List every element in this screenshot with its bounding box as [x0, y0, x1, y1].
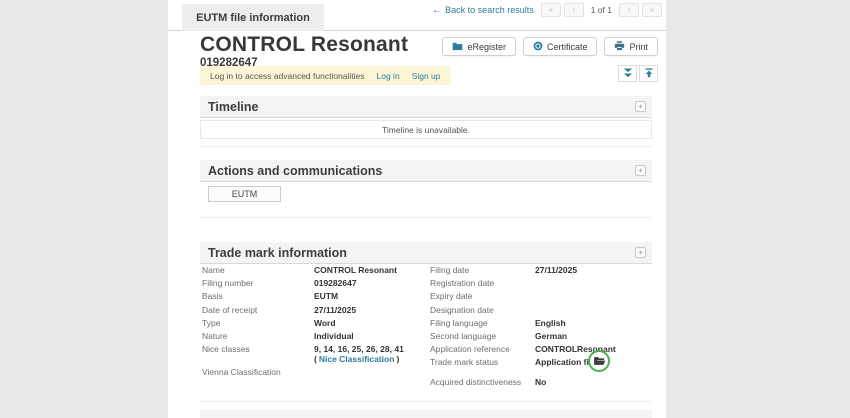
- field-label: Nature: [202, 332, 314, 342]
- field-value: EUTM: [314, 292, 338, 302]
- field-label: Second language: [430, 332, 535, 342]
- signup-link[interactable]: Sign up: [412, 71, 441, 81]
- folder-icon: [452, 41, 463, 53]
- field-label: Filing language: [430, 319, 535, 329]
- back-to-search-results-link[interactable]: ← Back to search results: [432, 5, 534, 16]
- field-label: Name: [202, 266, 314, 276]
- page-sheet: ← Back to search results « ‹ 1 of 1 › » …: [168, 0, 666, 418]
- field-row-date-of-receipt: Date of receipt 27/11/2025: [202, 306, 424, 316]
- print-label: Print: [629, 42, 648, 52]
- field-label: Application reference: [430, 345, 535, 355]
- print-button[interactable]: Print: [604, 37, 658, 56]
- field-label: Nice classes: [202, 345, 314, 364]
- pager-first-button[interactable]: «: [541, 3, 561, 17]
- pager-counter: 1 of 1: [591, 5, 612, 15]
- field-row-filing-language: Filing language English: [430, 319, 652, 329]
- field-label: Acquired distinctiveness: [430, 378, 535, 388]
- trademark-right-column: Filing date 27/11/2025 Registration date…: [430, 266, 652, 391]
- field-row-trade-mark-status: Trade mark status Application filed: [430, 358, 652, 368]
- timeline-unavailable-message: Timeline is unavailable.: [382, 125, 470, 135]
- field-row-nice-classes: Nice classes 9, 14, 16, 25, 26, 28, 41 (…: [202, 345, 424, 364]
- arrow-up-to-bar-icon: [644, 65, 654, 83]
- actions-toggle-button[interactable]: +: [635, 165, 646, 176]
- timeline-toggle-button[interactable]: +: [635, 101, 646, 112]
- timeline-title: Timeline: [208, 100, 635, 114]
- collapse-all-button[interactable]: [639, 65, 658, 82]
- field-row-designation-date: Designation date: [430, 306, 652, 316]
- field-value: English: [535, 319, 566, 329]
- field-value: 27/11/2025: [535, 266, 577, 276]
- field-label: Vienna Classification: [202, 368, 314, 378]
- eregister-button[interactable]: eRegister: [442, 37, 516, 56]
- field-row-filing-number: Filing number 019282647: [202, 279, 424, 289]
- expand-all-button[interactable]: [618, 65, 637, 82]
- field-row-filing-date: Filing date 27/11/2025: [430, 266, 652, 276]
- timeline-body: Timeline is unavailable.: [200, 120, 652, 139]
- timeline-section-header: Timeline +: [200, 96, 652, 118]
- application-filed-status-icon: [588, 350, 610, 372]
- field-value: Individual: [314, 332, 354, 342]
- trademark-section-header: Trade mark information +: [200, 242, 652, 264]
- back-arrow-icon: ←: [432, 5, 442, 16]
- trademark-toggle-button[interactable]: +: [635, 247, 646, 258]
- action-buttons: eRegister Certificate Print: [442, 37, 658, 56]
- result-pager: « ‹ 1 of 1 › »: [541, 3, 662, 17]
- field-value: 019282647: [314, 279, 357, 289]
- pager-prev-button[interactable]: ‹: [564, 3, 584, 17]
- eutm-filter-button[interactable]: EUTM: [208, 186, 281, 202]
- field-label: Registration date: [430, 279, 535, 289]
- field-row-type: Type Word: [202, 319, 424, 329]
- field-row-name: Name CONTROL Resonant: [202, 266, 424, 276]
- trademark-left-column: Name CONTROL Resonant Filing number 0192…: [202, 266, 424, 381]
- field-value: Word: [314, 319, 336, 329]
- expand-collapse-controls: [618, 65, 658, 82]
- field-label: Date of receipt: [202, 306, 314, 316]
- back-link-label: Back to search results: [445, 5, 534, 15]
- field-label: Filing date: [430, 266, 535, 276]
- login-link[interactable]: Log in: [377, 71, 400, 81]
- nice-classification-link[interactable]: Nice Classification: [319, 354, 395, 364]
- field-label: Type: [202, 319, 314, 329]
- field-label: Basis: [202, 292, 314, 302]
- login-message: Log in to access advanced functionalitie…: [210, 71, 365, 81]
- section-divider: [200, 146, 652, 147]
- field-row-second-language: Second language German: [430, 332, 652, 342]
- field-row-expiry-date: Expiry date: [430, 292, 652, 302]
- pager-next-button[interactable]: ›: [619, 3, 639, 17]
- printer-icon: [614, 41, 625, 53]
- certificate-seal-icon: [533, 41, 543, 53]
- field-label: Filing number: [202, 279, 314, 289]
- field-value: 27/11/2025: [314, 306, 356, 316]
- field-row-nature: Nature Individual: [202, 332, 424, 342]
- certificate-button[interactable]: Certificate: [523, 37, 598, 56]
- field-row-acquired-distinctiveness: Acquired distinctiveness No: [430, 378, 652, 388]
- login-notice-bar: Log in to access advanced functionalitie…: [200, 66, 451, 85]
- section-divider: [200, 401, 652, 402]
- certificate-label: Certificate: [547, 42, 588, 52]
- actions-title: Actions and communications: [208, 164, 635, 178]
- field-value: No: [535, 378, 546, 388]
- top-navigation: ← Back to search results « ‹ 1 of 1 › »: [432, 3, 662, 17]
- field-label: Designation date: [430, 306, 535, 316]
- page-title: CONTROL Resonant: [200, 33, 408, 57]
- field-value: CONTROL Resonant: [314, 266, 397, 276]
- field-row-basis: Basis EUTM: [202, 292, 424, 302]
- trademark-title: Trade mark information: [208, 246, 635, 260]
- field-value: 9, 14, 16, 25, 26, 28, 41 (Nice Classifi…: [314, 345, 424, 364]
- field-row-vienna-classification: Vienna Classification: [202, 368, 424, 378]
- actions-section-header: Actions and communications +: [200, 160, 652, 182]
- tab-eutm-file-information[interactable]: EUTM file information: [182, 4, 324, 31]
- pager-last-button[interactable]: »: [642, 3, 662, 17]
- field-row-application-reference: Application reference CONTROLResonant: [430, 345, 652, 355]
- eregister-label: eRegister: [467, 42, 506, 52]
- next-section-header-partial: [200, 410, 652, 418]
- field-row-registration-date: Registration date: [430, 279, 652, 289]
- field-value: German: [535, 332, 567, 342]
- section-divider: [200, 217, 652, 218]
- field-label: Expiry date: [430, 292, 535, 302]
- field-label: Trade mark status: [430, 358, 535, 368]
- double-chevron-down-icon: [623, 65, 633, 83]
